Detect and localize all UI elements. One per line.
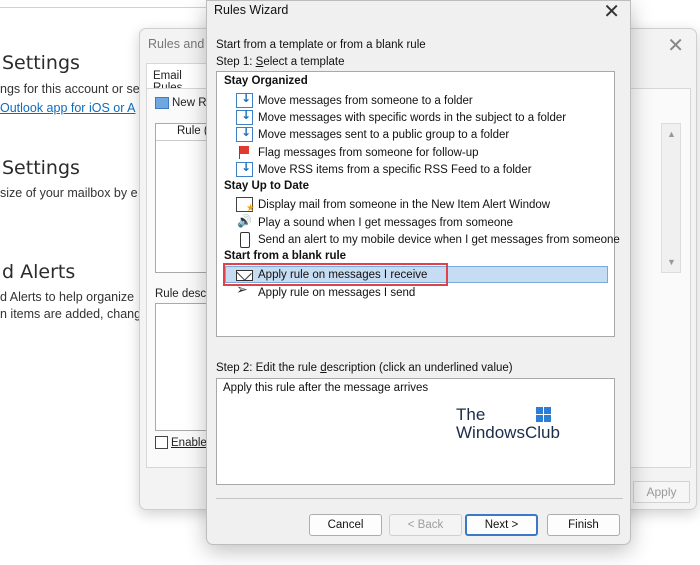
new-rule-button[interactable]: New R <box>155 97 207 109</box>
settings-heading: Settings <box>2 52 80 74</box>
windows-logo-icon <box>536 407 552 423</box>
move-to-folder-icon <box>236 108 253 125</box>
template-item[interactable]: Display mail from someone in the New Ite… <box>236 196 551 214</box>
rules-wizard-dialog: Rules Wizard ✕ Start from a template or … <box>206 0 631 545</box>
template-item[interactable]: Apply rule on messages I send <box>236 282 416 301</box>
back-button[interactable]: < Back <box>389 514 462 536</box>
apply-button[interactable]: Apply <box>633 481 690 503</box>
mobile-device-icon <box>236 232 253 248</box>
template-item-label: Send an alert to my mobile device when I… <box>258 233 620 246</box>
speaker-icon <box>236 214 253 230</box>
template-item[interactable]: Play a sound when I get messages from so… <box>236 214 513 231</box>
cancel-button[interactable]: Cancel <box>309 514 382 536</box>
template-item[interactable]: Move messages sent to a public group to … <box>236 125 510 143</box>
divider <box>216 498 623 499</box>
close-icon[interactable]: ✕ <box>603 0 620 23</box>
close-icon[interactable]: ✕ <box>667 33 684 57</box>
move-to-folder-icon <box>236 160 253 177</box>
template-item-selected[interactable]: Apply rule on messages I receive <box>225 266 608 283</box>
wizard-title: Rules Wizard <box>214 3 289 17</box>
group-heading-stay-up-to-date: Stay Up to Date <box>224 180 309 192</box>
step2-prefix: Step 2: Edit the rule <box>216 362 321 374</box>
storage-settings-text: size of your mailbox by e <box>0 186 138 200</box>
group-heading-blank-rule: Start from a blank rule <box>224 250 347 262</box>
template-list[interactable]: Stay Organized Move messages from someon… <box>216 71 620 337</box>
move-to-folder-icon <box>236 91 253 108</box>
tab-email-rules[interactable]: Email Rules <box>146 63 210 94</box>
alert-window-icon <box>236 197 255 214</box>
outlook-app-link[interactable]: Outlook app for iOS or A <box>0 101 136 115</box>
rule-description-label: Rule descr <box>155 288 210 300</box>
watermark-line2: WindowsClub <box>456 423 560 442</box>
group-heading-stay-organized: Stay Organized <box>224 75 308 87</box>
rules-alerts-text: d Alerts to help organize <box>0 290 135 304</box>
enable-checkbox[interactable] <box>155 436 168 449</box>
template-item[interactable]: Send an alert to my mobile device when I… <box>236 231 620 248</box>
rule-description-text: Apply this rule after the message arrive… <box>223 382 429 394</box>
finish-button[interactable]: Finish <box>547 514 620 536</box>
envelope-icon <box>236 269 253 281</box>
wizard-caption: Start from a template or from a blank ru… <box>216 39 426 51</box>
template-item-label: Apply rule on messages I receive <box>258 268 428 281</box>
flag-icon <box>236 145 253 160</box>
template-item-label: Flag messages from someone for follow-up <box>258 146 479 159</box>
step1-prefix: Step 1: <box>216 56 256 68</box>
rule-description-box <box>155 303 210 431</box>
scroll-down-icon[interactable]: ▼ <box>667 257 676 267</box>
new-rule-label: New R <box>172 97 207 109</box>
template-item[interactable]: Move messages with specific words in the… <box>236 108 567 126</box>
template-item-label: Display mail from someone in the New Ite… <box>258 198 551 211</box>
watermark: The WindowsClub <box>456 406 560 442</box>
next-button[interactable]: Next > <box>465 514 538 536</box>
enable-checkbox-row[interactable]: Enable <box>155 436 207 449</box>
template-item-label: Move messages sent to a public group to … <box>258 128 510 141</box>
storage-settings-heading: Settings <box>2 157 80 179</box>
move-to-folder-icon <box>236 125 253 142</box>
enable-label: Enable <box>171 436 207 449</box>
step2-rest: escription (click an underlined value) <box>326 362 513 374</box>
rules-list-scrollbar[interactable]: ▲ ▼ <box>661 123 681 273</box>
rules-alerts-text: n items are added, chang <box>0 307 142 321</box>
template-item[interactable]: Move RSS items from a specific RSS Feed … <box>236 160 532 178</box>
new-rule-icon <box>155 97 169 109</box>
template-item-label: Move messages with specific words in the… <box>258 111 567 124</box>
template-item-label: Play a sound when I get messages from so… <box>258 216 514 229</box>
step1-rest: elect a template <box>263 56 345 68</box>
step1-label: Step 1: Select a template <box>216 56 345 68</box>
rule-column-header[interactable]: Rule ( <box>156 124 209 141</box>
rules-list[interactable]: Rule ( <box>155 123 210 273</box>
send-icon <box>236 282 253 300</box>
rules-alerts-heading: d Alerts <box>2 261 76 283</box>
settings-text: ngs for this account or set <box>0 82 144 96</box>
template-item-label: Move messages from someone to a folder <box>258 94 473 107</box>
template-item-label: Apply rule on messages I send <box>258 286 416 299</box>
step2-label: Step 2: Edit the rule description (click… <box>216 362 513 374</box>
template-item[interactable]: Move messages from someone to a folder <box>236 91 473 109</box>
template-item[interactable]: Flag messages from someone for follow-up <box>236 144 479 161</box>
template-item-label: Move RSS items from a specific RSS Feed … <box>258 163 532 176</box>
scroll-up-icon[interactable]: ▲ <box>667 129 676 139</box>
divider <box>0 7 210 8</box>
rule-description-box[interactable]: Apply this rule after the message arrive… <box>216 378 615 485</box>
